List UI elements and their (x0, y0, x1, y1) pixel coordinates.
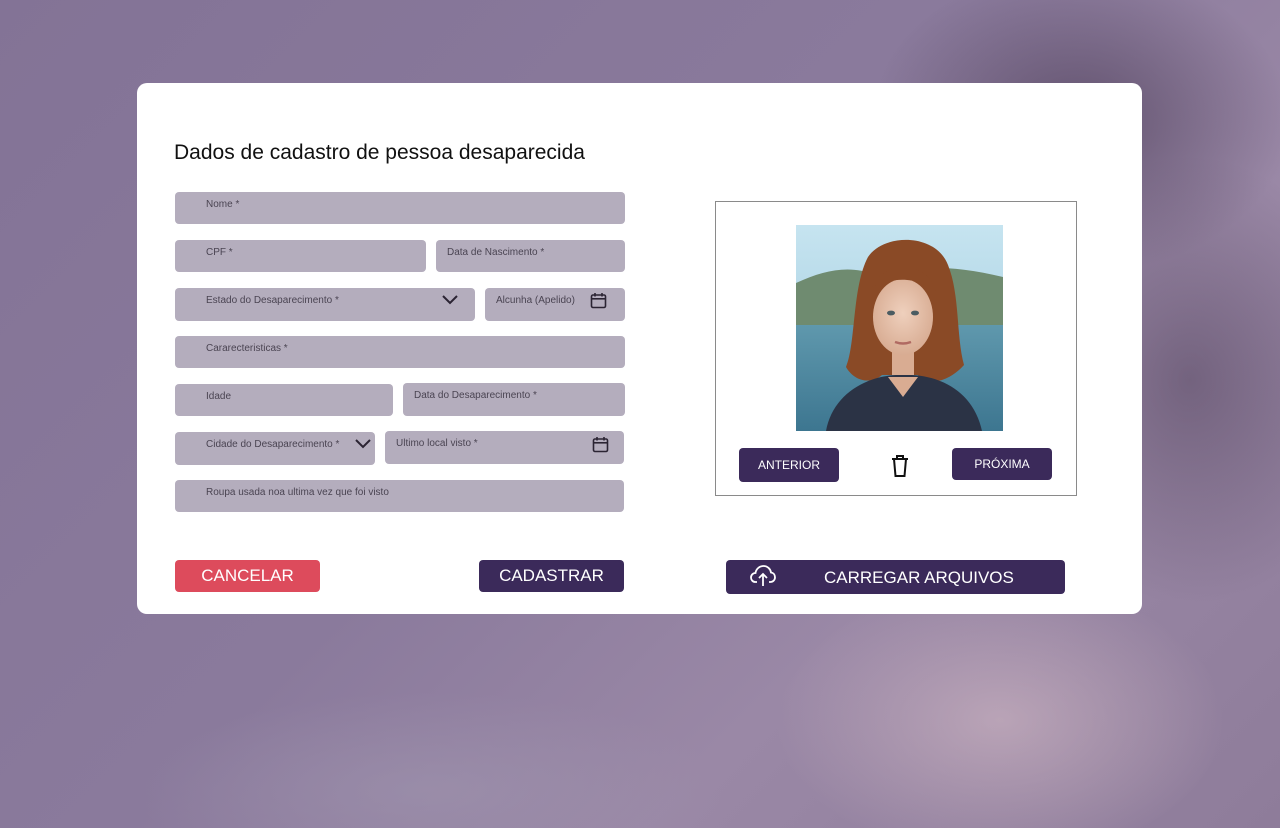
upload-files-button[interactable]: CARREGAR ARQUIVOS (726, 560, 1065, 594)
birth-date-field-label: Data de Nascimento * (447, 247, 545, 258)
state-select[interactable]: Estado do Desaparecimento * (175, 288, 475, 321)
cancel-button[interactable]: CANCELAR (175, 560, 320, 592)
last-seen-field-label: Ultimo local visto * (396, 438, 478, 449)
age-field-label: Idade (206, 391, 232, 402)
next-photo-button[interactable]: PRÓXIMA (952, 448, 1052, 480)
state-select-label: Estado do Desaparecimento * (206, 295, 339, 306)
age-field[interactable]: Idade (175, 384, 393, 416)
submit-button[interactable]: CADASTRAR (479, 560, 624, 592)
chevron-down-icon (355, 439, 371, 449)
city-select[interactable]: Cidade do Desaparecimento * (175, 432, 375, 465)
city-select-label: Cidade do Desaparecimento * (206, 439, 340, 450)
characteristics-field[interactable]: Cararecteristicas * (175, 336, 625, 368)
calendar-icon[interactable] (590, 292, 607, 309)
person-photo (796, 225, 1003, 431)
registration-card: Dados de cadastro de pessoa desaparecida… (137, 83, 1142, 614)
previous-photo-button[interactable]: ANTERIOR (739, 448, 839, 482)
disappearance-date-field-label: Data do Desaparecimento * (414, 390, 537, 401)
photo-panel: ANTERIOR PRÓXIMA (715, 201, 1077, 496)
nickname-field[interactable]: Alcunha (Apelido) (485, 288, 625, 321)
upload-files-label: CARREGAR ARQUIVOS (824, 568, 1014, 587)
characteristics-field-label: Cararecteristicas * (206, 343, 288, 354)
clothing-field-label: Roupa usada noa ultima vez que foi visto (206, 487, 389, 498)
birth-date-field[interactable]: Data de Nascimento * (436, 240, 625, 272)
name-field-label: Nome * (206, 199, 240, 210)
last-seen-field[interactable]: Ultimo local visto * (385, 431, 624, 464)
disappearance-date-field[interactable]: Data do Desaparecimento * (403, 383, 625, 416)
name-field[interactable]: Nome * (175, 192, 625, 224)
cpf-field[interactable]: CPF * (175, 240, 426, 272)
cloud-upload-icon (750, 565, 776, 586)
portrait-illustration (796, 225, 1003, 431)
calendar-icon[interactable] (592, 436, 609, 453)
nickname-field-label: Alcunha (Apelido) (496, 295, 575, 306)
chevron-down-icon (442, 295, 458, 305)
trash-icon[interactable] (890, 454, 910, 478)
cpf-field-label: CPF * (206, 247, 233, 258)
clothing-field[interactable]: Roupa usada noa ultima vez que foi visto (175, 480, 624, 512)
page-title: Dados de cadastro de pessoa desaparecida (174, 141, 585, 164)
